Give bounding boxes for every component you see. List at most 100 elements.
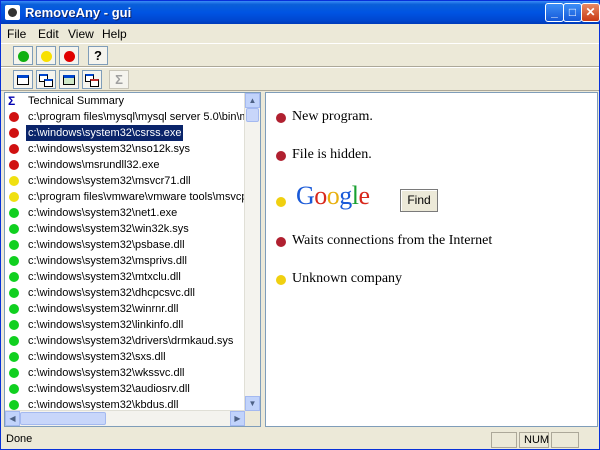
list-item[interactable]: c:\windows\msrundll32.exe: [5, 157, 247, 173]
status-dot-icon: [9, 208, 19, 218]
list-item-path: c:\windows\system32\audiosrv.dll: [28, 383, 190, 395]
list-item-path: c:\windows\system32\wkssvc.dll: [28, 367, 185, 379]
menu-view[interactable]: View: [68, 27, 94, 41]
google-logo: Google: [296, 181, 370, 210]
red-dot-icon: [64, 51, 75, 62]
scroll-thumb[interactable]: [246, 108, 259, 122]
list-item-path: c:\windows\system32\nso12k.sys: [28, 143, 191, 155]
refresh-icon: [63, 75, 75, 85]
list-item[interactable]: c:\windows\system32\msvcr71.dll: [5, 173, 247, 189]
filter-yellow-button[interactable]: [36, 46, 56, 65]
yellow-dot-icon: [41, 51, 52, 62]
scroll-thumb-h[interactable]: [20, 412, 106, 425]
status-text: Done: [6, 433, 33, 445]
list-item-path: c:\windows\system32\drivers\drmkaud.sys: [28, 335, 234, 347]
list-item[interactable]: c:\windows\system32\nso12k.sys: [5, 141, 247, 157]
summary-button[interactable]: Σ: [109, 70, 129, 89]
refresh-button[interactable]: [59, 70, 79, 89]
status-dot-icon: [9, 160, 19, 170]
help-icon: ?: [94, 48, 102, 63]
status-pane-empty: [491, 432, 517, 448]
status-dot-icon: [9, 272, 19, 282]
list-item[interactable]: c:\windows\system32\win32k.sys: [5, 221, 247, 237]
list-item-path: c:\windows\system32\sxs.dll: [28, 351, 166, 363]
status-dot-icon: [9, 224, 19, 234]
status-dot-icon: [9, 192, 19, 202]
status-dot-icon: [9, 336, 19, 346]
maximize-button[interactable]: □: [563, 3, 582, 22]
help-button[interactable]: ?: [88, 46, 108, 65]
sigma-icon: Σ: [115, 72, 123, 87]
list-item-path: c:\windows\system32\mtxclu.dll: [28, 271, 181, 283]
list-item-path: c:\windows\system32\winrnr.dll: [28, 303, 179, 315]
menu-edit[interactable]: Edit: [38, 27, 59, 41]
file-list-panel: Σ Technical Summary c:\program files\mys…: [4, 92, 261, 427]
title-bar[interactable]: RemoveAny - gui _ □ ✕: [1, 1, 600, 24]
status-dot-icon: [9, 288, 19, 298]
scroll-right-icon[interactable]: ▶: [230, 411, 245, 426]
status-dot-icon: [9, 320, 19, 330]
detail-text: File is hidden.: [292, 147, 372, 162]
list-item-path: c:\windows\system32\psbase.dll: [28, 239, 185, 251]
scroll-up-icon[interactable]: ▲: [245, 93, 260, 108]
filter-green-button[interactable]: [13, 46, 33, 65]
status-dot-icon: [9, 368, 19, 378]
green-dot-icon: [18, 51, 29, 62]
list-item[interactable]: c:\windows\system32\winrnr.dll: [5, 301, 247, 317]
list-item[interactable]: c:\windows\system32\kbdus.dll: [5, 397, 247, 411]
scroll-left-icon[interactable]: ◀: [5, 411, 20, 426]
status-bar: Done NUM: [1, 430, 599, 449]
list-item[interactable]: c:\program files\vmware\vmware tools\msv…: [5, 189, 247, 205]
menu-help[interactable]: Help: [102, 27, 127, 41]
list-item[interactable]: c:\windows\system32\net1.exe: [5, 205, 247, 221]
status-dot-icon: [276, 197, 286, 207]
list-item[interactable]: c:\windows\system32\audiosrv.dll: [5, 381, 247, 397]
list-item[interactable]: c:\windows\system32\msprivs.dll: [5, 253, 247, 269]
list-item[interactable]: c:\program files\mysql\mysql server 5.0\…: [5, 109, 247, 125]
cascade-windows-button[interactable]: [36, 70, 56, 89]
list-item[interactable]: c:\windows\system32\sxs.dll: [5, 349, 247, 365]
status-dot-icon: [276, 275, 286, 285]
list-header[interactable]: Σ Technical Summary: [5, 93, 247, 109]
status-dot-icon: [276, 113, 286, 123]
main-window: RemoveAny - gui _ □ ✕ File Edit View Hel…: [0, 0, 600, 450]
minimize-button[interactable]: _: [545, 3, 564, 22]
scroll-down-icon[interactable]: ▼: [245, 396, 260, 411]
window-icon: [17, 75, 29, 85]
status-dot-icon: [9, 400, 19, 410]
find-button[interactable]: Find: [400, 189, 438, 212]
toolbar-filters: ?: [1, 43, 599, 67]
list-item-path: c:\windows\system32\csrss.exe: [24, 124, 185, 142]
detail-text: New program.: [292, 109, 373, 124]
close-button[interactable]: ✕: [581, 3, 600, 22]
list-item[interactable]: c:\windows\system32\drivers\drmkaud.sys: [5, 333, 247, 349]
file-list[interactable]: Σ Technical Summary c:\program files\mys…: [5, 93, 247, 411]
menu-file[interactable]: File: [7, 27, 26, 41]
network-icon-front: [90, 79, 99, 87]
horizontal-scrollbar[interactable]: ◀ ▶: [5, 410, 245, 426]
toolbar-view: Σ: [1, 67, 599, 91]
list-item[interactable]: c:\windows\system32\psbase.dll: [5, 237, 247, 253]
status-dot-icon: [9, 176, 19, 186]
list-item-path: c:\windows\system32\dhcpcsvc.dll: [28, 287, 195, 299]
status-dot-icon: [9, 256, 19, 266]
list-item[interactable]: c:\windows\system32\csrss.exe: [5, 124, 247, 142]
list-item-path: c:\windows\system32\kbdus.dll: [28, 399, 179, 411]
status-dot-icon: [9, 240, 19, 250]
detail-text: Unknown company: [292, 271, 403, 286]
network-button[interactable]: [82, 70, 102, 89]
list-header-label: Technical Summary: [28, 95, 124, 107]
list-item-path: c:\program files\vmware\vmware tools\msv…: [28, 191, 247, 203]
list-item-path: c:\windows\msrundll32.exe: [28, 159, 160, 171]
list-item[interactable]: c:\windows\system32\dhcpcsvc.dll: [5, 285, 247, 301]
detail-text: Waits connections from the Internet: [292, 233, 493, 248]
status-dot-icon: [9, 304, 19, 314]
list-item[interactable]: c:\windows\system32\linkinfo.dll: [5, 317, 247, 333]
list-item[interactable]: c:\windows\system32\wkssvc.dll: [5, 365, 247, 381]
window-title: RemoveAny - gui: [25, 5, 132, 20]
vertical-scrollbar[interactable]: ▲ ▼: [244, 93, 260, 411]
single-window-button[interactable]: [13, 70, 33, 89]
filter-red-button[interactable]: [59, 46, 79, 65]
list-item[interactable]: c:\windows\system32\mtxclu.dll: [5, 269, 247, 285]
list-item-path: c:\windows\system32\msvcr71.dll: [28, 175, 191, 187]
